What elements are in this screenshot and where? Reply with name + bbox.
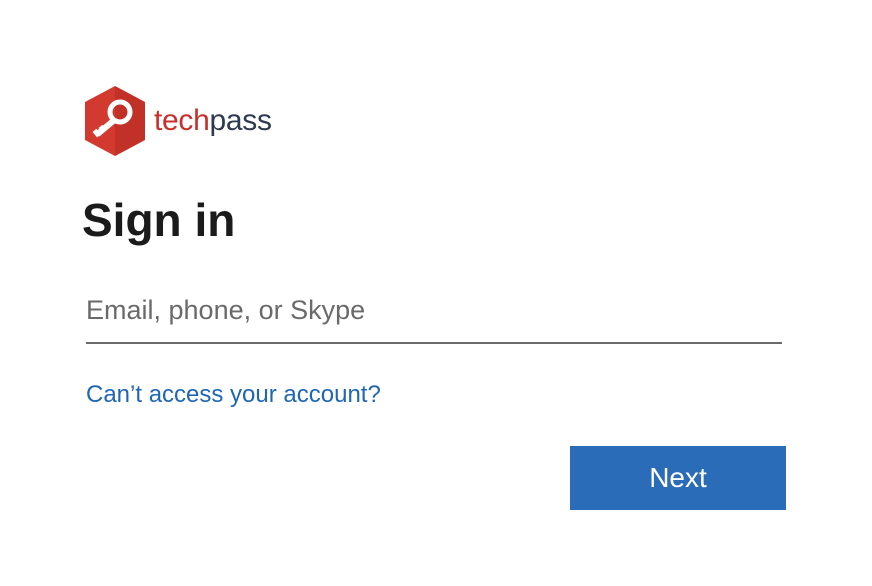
brand-wordmark-tech: tech bbox=[154, 104, 210, 137]
key-hexagon-icon bbox=[85, 86, 145, 156]
email-field[interactable] bbox=[86, 280, 782, 340]
sign-in-card: techpass Sign in Can’t access your accou… bbox=[0, 0, 872, 586]
techpass-logo: techpass bbox=[82, 84, 272, 158]
page-title: Sign in bbox=[82, 194, 236, 246]
cant-access-account-link[interactable]: Can’t access your account? bbox=[86, 378, 381, 412]
email-field-container bbox=[86, 280, 782, 344]
brand-wordmark: techpass bbox=[154, 106, 272, 136]
next-button[interactable]: Next bbox=[570, 446, 786, 510]
brand-wordmark-pass: pass bbox=[209, 104, 272, 137]
